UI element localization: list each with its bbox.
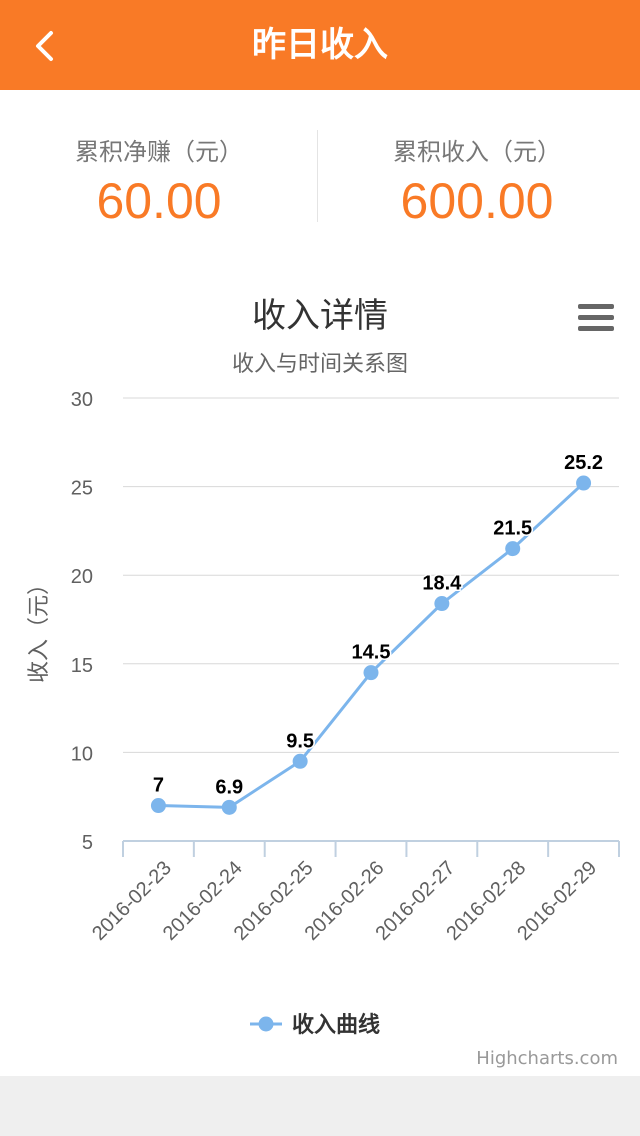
y-tick-label: 20 <box>71 566 93 588</box>
data-label: 7 <box>153 775 164 797</box>
data-label: 9.5 <box>286 730 314 752</box>
y-tick-label: 15 <box>71 655 93 677</box>
data-point <box>150 798 166 814</box>
data-point <box>221 799 237 815</box>
page-title: 昨日收入 <box>252 25 388 65</box>
data-label: 6.9 <box>215 776 243 798</box>
data-label: 14.5 <box>352 642 391 664</box>
data-label: 25.2 <box>564 452 603 474</box>
data-point <box>576 475 592 491</box>
bottom-area <box>0 1076 640 1136</box>
page: 昨日收入 累积净赚（元） 60.00 累积收入（元） 600.00 收入详情 收… <box>0 0 640 1136</box>
y-tick-label: 10 <box>71 743 93 765</box>
data-point <box>363 665 379 681</box>
y-axis-title: 收入（元） <box>27 573 52 683</box>
data-point <box>505 541 521 557</box>
y-tick-label: 5 <box>82 832 93 854</box>
y-tick-label: 30 <box>71 389 93 411</box>
data-label: 21.5 <box>493 518 532 540</box>
back-button[interactable] <box>22 22 66 70</box>
legend-label[interactable]: 收入曲线 <box>292 1012 380 1038</box>
legend-marker <box>258 1016 274 1032</box>
data-point <box>434 596 450 612</box>
chevron-left-icon <box>36 31 53 61</box>
income-line-chart: 510152025302016-02-232016-02-242016-02-2… <box>27 389 620 1038</box>
y-tick-label: 25 <box>71 478 93 500</box>
header-bar: 昨日收入 <box>0 0 640 90</box>
data-point <box>292 753 308 769</box>
data-label: 18.4 <box>422 573 462 595</box>
